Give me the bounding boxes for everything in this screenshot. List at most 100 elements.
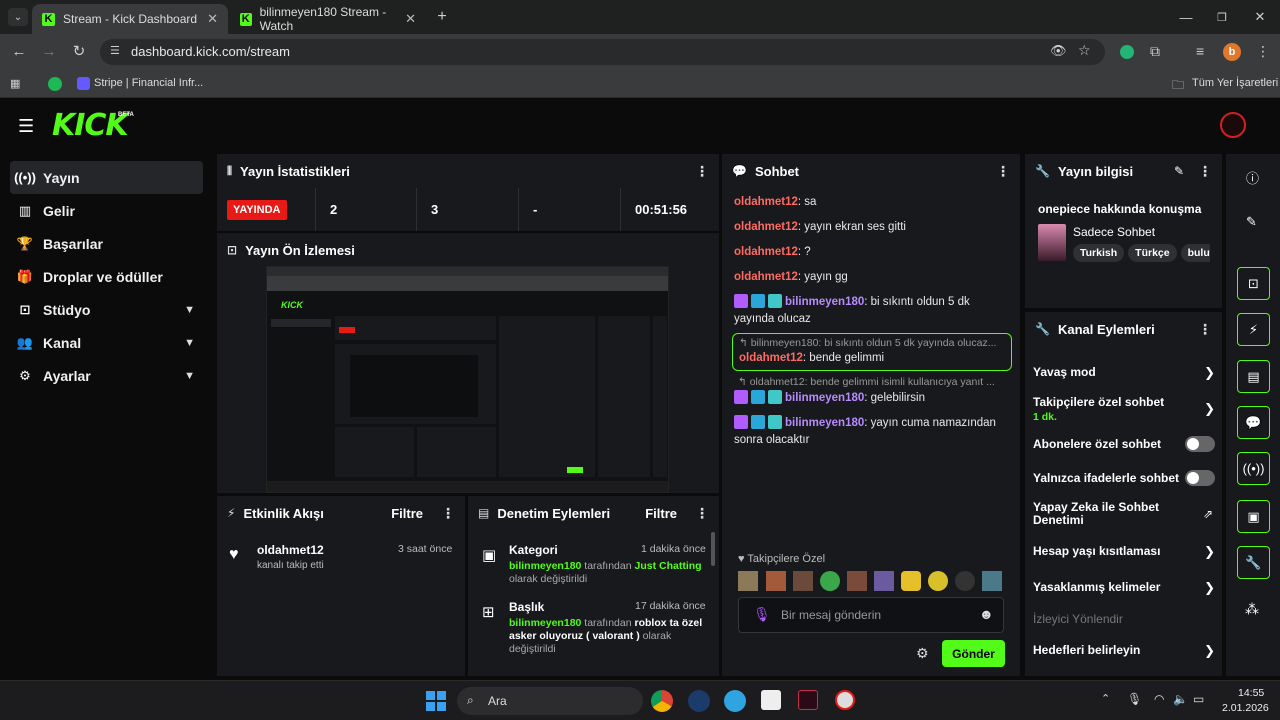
document-tool-icon[interactable]: ▤ bbox=[1237, 360, 1270, 393]
emote-icon[interactable] bbox=[820, 571, 840, 591]
info-icon[interactable]: ⓘ bbox=[1246, 168, 1259, 187]
battery-icon[interactable]: ▭ bbox=[1193, 692, 1204, 706]
mic-badge-icon bbox=[734, 294, 748, 308]
all-bookmarks[interactable]: Tüm Yer İşaretleri bbox=[1192, 77, 1278, 89]
chat-settings-gear-icon[interactable]: ⚙ bbox=[916, 645, 929, 662]
sidebar-item-droplar[interactable]: 🎁 Droplar ve ödüller bbox=[10, 260, 203, 293]
emoji-picker-icon[interactable]: ☻ bbox=[979, 606, 994, 622]
eye-off-icon[interactable]: 👁 bbox=[1050, 43, 1067, 59]
close-tab-icon[interactable]: ✕ bbox=[207, 11, 218, 27]
close-window-icon[interactable]: ✕ bbox=[1250, 8, 1270, 26]
stream-preview-tool-icon[interactable]: ⊡ bbox=[1237, 267, 1270, 300]
emote-icon[interactable] bbox=[928, 571, 948, 591]
emote-icon[interactable] bbox=[766, 571, 786, 591]
extensions-puzzle-icon[interactable]: ⧉ bbox=[1150, 43, 1160, 60]
close-tab-icon[interactable]: ✕ bbox=[405, 11, 416, 27]
scrollbar[interactable] bbox=[711, 532, 715, 566]
more-options-icon[interactable]: ⋮ bbox=[1198, 321, 1212, 338]
stream-preview-video[interactable]: KICK bbox=[266, 266, 669, 493]
goals-row[interactable]: Hedefleri belirleyin ❯ bbox=[1033, 643, 1215, 658]
account-age-row[interactable]: Hesap yaşı kısıtlaması ❯ bbox=[1033, 544, 1215, 559]
sidebar-item-gelir[interactable]: ▥ Gelir bbox=[10, 194, 203, 227]
wifi-icon[interactable]: ◠ bbox=[1154, 692, 1164, 706]
forward-icon[interactable]: → bbox=[40, 42, 58, 60]
maximize-icon[interactable]: ❐ bbox=[1212, 8, 1232, 26]
more-options-icon[interactable]: ⋮ bbox=[996, 163, 1010, 180]
filter-button[interactable]: Filtre bbox=[645, 506, 677, 521]
taskbar-search[interactable]: ⌕ Ara bbox=[457, 687, 643, 715]
emote-icon[interactable] bbox=[955, 571, 975, 591]
edge-taskbar-icon[interactable] bbox=[724, 690, 746, 712]
video-tool-icon[interactable]: ▣ bbox=[1237, 500, 1270, 533]
followers-chat-row[interactable]: Takipçilere özel sohbet 1 dk. ❯ bbox=[1033, 395, 1215, 423]
more-options-icon[interactable]: ⋮ bbox=[695, 163, 709, 180]
broadcast-tool-icon[interactable]: ((•)) bbox=[1237, 452, 1270, 485]
tab-kick-dashboard[interactable]: K Stream - Kick Dashboard ✕ bbox=[32, 4, 228, 34]
filter-button[interactable]: Filtre bbox=[391, 506, 423, 521]
valorant-taskbar-icon[interactable] bbox=[798, 690, 818, 710]
site-info-icon[interactable]: ☰ bbox=[110, 44, 120, 57]
emote-icon[interactable] bbox=[847, 571, 867, 591]
ai-moderation-row[interactable]: Yapay Zeka ile Sohbet Denetimi bbox=[1033, 501, 1183, 527]
tag[interactable]: Türkçe bbox=[1128, 244, 1177, 262]
chat-tool-icon[interactable]: 💬 bbox=[1237, 406, 1270, 439]
external-link-icon[interactable]: ⇗ bbox=[1203, 507, 1213, 521]
edit-pencil-icon[interactable]: ✎ bbox=[1246, 214, 1257, 230]
steam-taskbar-icon[interactable] bbox=[688, 690, 710, 712]
kick-logo[interactable]: KICK bbox=[52, 108, 129, 143]
edit-pencil-icon[interactable]: ✎ bbox=[1174, 164, 1184, 178]
tag[interactable]: Turkish bbox=[1073, 244, 1125, 262]
tab-search-icon[interactable]: ⌄ bbox=[8, 8, 28, 26]
lightning-tool-icon[interactable]: ⚡ bbox=[1237, 313, 1270, 346]
spotify-icon[interactable] bbox=[48, 77, 62, 91]
emote-icon[interactable] bbox=[982, 571, 1002, 591]
sidebar-item-yayin[interactable]: ((•)) Yayın bbox=[10, 161, 203, 194]
chat-input[interactable]: 🎙 Bir mesaj gönderin ☻ bbox=[738, 597, 1004, 633]
recording-taskbar-icon[interactable] bbox=[835, 690, 855, 710]
minimize-icon[interactable]: — bbox=[1176, 8, 1196, 26]
volume-icon[interactable]: 🔈 bbox=[1173, 692, 1188, 706]
subs-chat-toggle[interactable] bbox=[1185, 436, 1215, 452]
emote-chat-toggle[interactable] bbox=[1185, 470, 1215, 486]
hamburger-menu-icon[interactable]: ☰ bbox=[18, 116, 34, 137]
emote-icon[interactable] bbox=[738, 571, 758, 591]
sidebar-item-basarilar[interactable]: 🏆 Başarılar bbox=[10, 227, 203, 260]
browser-menu-icon[interactable]: ⋮ bbox=[1256, 43, 1270, 60]
document-icon: ▤ bbox=[478, 506, 490, 520]
apps-grid-icon[interactable]: ▦ bbox=[10, 77, 20, 90]
clock-date[interactable]: 2.01.2026 bbox=[1222, 702, 1269, 714]
chrome-taskbar-icon[interactable] bbox=[651, 690, 673, 712]
reload-icon[interactable]: ↻ bbox=[70, 42, 88, 60]
banned-words-row[interactable]: Yasaklanmış kelimeler ❯ bbox=[1033, 580, 1215, 595]
emote-icon[interactable] bbox=[874, 571, 894, 591]
tag[interactable]: bulut bbox=[1180, 244, 1210, 262]
windows-start-icon[interactable] bbox=[426, 691, 446, 711]
emote-icon[interactable] bbox=[793, 571, 813, 591]
extension-icon[interactable] bbox=[1120, 45, 1134, 59]
tray-chevron-icon[interactable]: ⌃ bbox=[1101, 692, 1110, 705]
sidebar-item-kanal[interactable]: 👥 Kanal ▼ bbox=[10, 326, 203, 359]
slow-mode-row[interactable]: Yavaş mod ❯ bbox=[1033, 365, 1215, 380]
url-field[interactable]: ☰ dashboard.kick.com/stream 👁 ☆ bbox=[100, 39, 1105, 65]
new-tab-icon[interactable]: + bbox=[432, 8, 452, 26]
more-options-icon[interactable]: ⋮ bbox=[1198, 163, 1212, 180]
wrench-tool-icon[interactable]: 🔧 bbox=[1237, 546, 1270, 579]
more-options-icon[interactable]: ⋮ bbox=[695, 505, 709, 522]
apps-add-icon[interactable]: ⁂ bbox=[1245, 601, 1259, 618]
activity-user[interactable]: oldahmet12 bbox=[257, 543, 324, 557]
user-avatar[interactable] bbox=[1220, 112, 1246, 138]
sidebar-item-studyo[interactable]: ⊡ Stüdyo ▼ bbox=[10, 293, 203, 326]
send-button[interactable]: Gönder bbox=[942, 640, 1005, 667]
more-options-icon[interactable]: ⋮ bbox=[441, 505, 455, 522]
profile-avatar[interactable]: b bbox=[1223, 43, 1241, 61]
sidebar-item-ayarlar[interactable]: ⚙ Ayarlar ▼ bbox=[10, 359, 203, 392]
bookmark-star-icon[interactable]: ☆ bbox=[1078, 42, 1091, 59]
bookmark-stripe[interactable]: Stripe | Financial Infr... bbox=[94, 77, 203, 89]
tab-kick-watch[interactable]: K bilinmeyen180 Stream - Watch ✕ bbox=[230, 4, 426, 34]
back-icon[interactable]: ← bbox=[10, 42, 28, 60]
media-controls-icon[interactable]: ≡ bbox=[1196, 43, 1204, 59]
emote-icon[interactable] bbox=[901, 571, 921, 591]
app-taskbar-icon[interactable] bbox=[761, 690, 781, 710]
clock-time[interactable]: 14:55 bbox=[1238, 687, 1264, 699]
microphone-icon[interactable]: 🎙 bbox=[1127, 692, 1142, 706]
